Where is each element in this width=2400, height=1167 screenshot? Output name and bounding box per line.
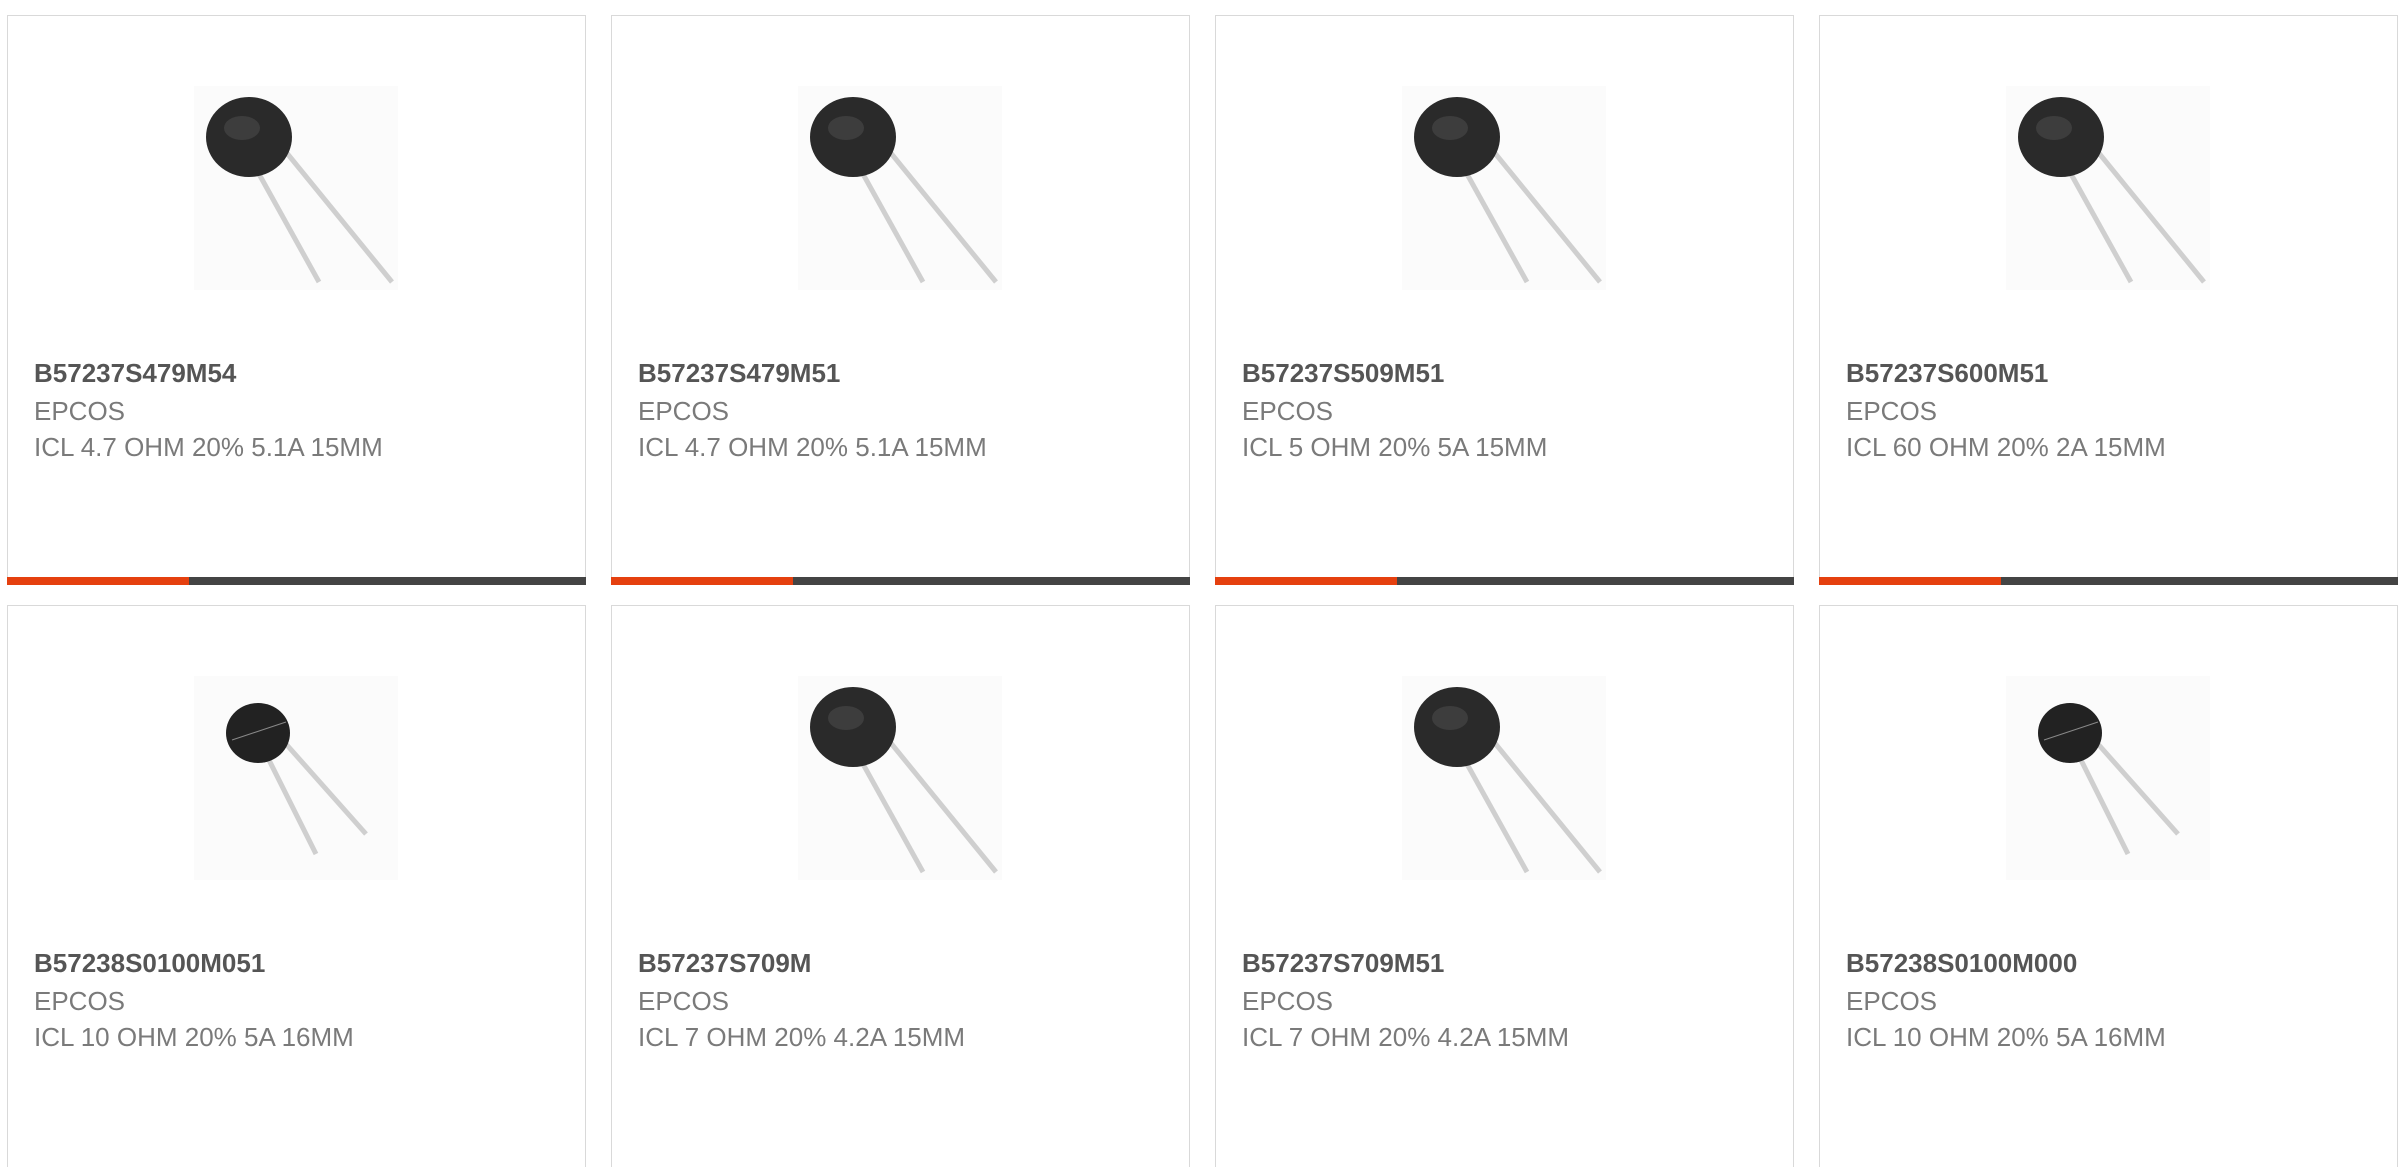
progress-bar	[611, 577, 1190, 585]
part-number[interactable]: B57237S600M51	[1846, 358, 2048, 389]
progress-fill	[611, 577, 794, 585]
thermistor-icon	[2018, 97, 2206, 284]
product-description: ICL 4.7 OHM 20% 5.1A 15MM	[34, 432, 383, 462]
part-number[interactable]: B57238S0100M000	[1846, 948, 2077, 979]
thermistor-icon	[1414, 687, 1602, 874]
thermistor-icon	[810, 97, 998, 284]
product-description: ICL 7 OHM 20% 4.2A 15MM	[638, 1022, 966, 1052]
thermistor-icon	[810, 687, 998, 874]
product-card[interactable]: B57238S0100M000 EPCOS ICL 10 OHM 20% 5A …	[1819, 605, 2398, 1167]
product-description: ICL 60 OHM 20% 2A 15MM	[1846, 432, 2166, 462]
manufacturer: EPCOS	[34, 396, 126, 426]
product-card[interactable]: B57237S709M51 EPCOS ICL 7 OHM 20% 4.2A 1…	[1215, 605, 1794, 1167]
progress-bar	[7, 577, 586, 585]
manufacturer: EPCOS	[1846, 396, 1938, 426]
manufacturer: EPCOS	[638, 986, 730, 1016]
product-description: ICL 7 OHM 20% 4.2A 15MM	[1242, 1022, 1570, 1052]
product-description: ICL 10 OHM 20% 5A 16MM	[1846, 1022, 2166, 1052]
product-card[interactable]: B57237S509M51 EPCOS ICL 5 OHM 20% 5A 15M…	[1215, 15, 1794, 585]
manufacturer: EPCOS	[34, 986, 126, 1016]
product-card[interactable]: B57237S709M EPCOS ICL 7 OHM 20% 4.2A 15M…	[611, 605, 1190, 1167]
part-number[interactable]: B57237S709M51	[1242, 948, 1444, 979]
progress-fill	[1215, 577, 1398, 585]
product-grid: B57237S479M54 EPCOS ICL 4.7 OHM 20% 5.1A…	[0, 0, 2400, 1167]
product-card[interactable]: B57237S600M51 EPCOS ICL 60 OHM 20% 2A 15…	[1819, 15, 2398, 585]
product-description: ICL 10 OHM 20% 5A 16MM	[34, 1022, 354, 1052]
thermistor-image[interactable]	[798, 676, 1002, 880]
part-number[interactable]: B57237S509M51	[1242, 358, 1444, 389]
thermistor-icon	[2038, 703, 2180, 856]
thermistor-image[interactable]	[1402, 86, 1606, 290]
progress-bar	[1215, 577, 1794, 585]
progress-bar	[1819, 577, 2398, 585]
thermistor-icon	[1414, 97, 1602, 284]
part-number[interactable]: B57237S479M51	[638, 358, 840, 389]
thermistor-icon	[206, 97, 394, 284]
thermistor-image[interactable]	[194, 676, 398, 880]
thermistor-image[interactable]	[2006, 676, 2210, 880]
manufacturer: EPCOS	[1242, 396, 1334, 426]
thermistor-image[interactable]	[798, 86, 1002, 290]
thermistor-image[interactable]	[194, 86, 398, 290]
product-description: ICL 4.7 OHM 20% 5.1A 15MM	[638, 432, 987, 462]
thermistor-image[interactable]	[2006, 86, 2210, 290]
thermistor-image[interactable]	[1402, 676, 1606, 880]
manufacturer: EPCOS	[1846, 986, 1938, 1016]
progress-fill	[7, 577, 190, 585]
product-description: ICL 5 OHM 20% 5A 15MM	[1242, 432, 1548, 462]
thermistor-icon	[226, 703, 368, 856]
part-number[interactable]: B57237S479M54	[34, 358, 236, 389]
part-number[interactable]: B57237S709M	[638, 948, 811, 979]
product-card[interactable]: B57238S0100M051 EPCOS ICL 10 OHM 20% 5A …	[7, 605, 586, 1167]
part-number[interactable]: B57238S0100M051	[34, 948, 265, 979]
product-card[interactable]: B57237S479M51 EPCOS ICL 4.7 OHM 20% 5.1A…	[611, 15, 1190, 585]
progress-fill	[1819, 577, 2002, 585]
product-card[interactable]: B57237S479M54 EPCOS ICL 4.7 OHM 20% 5.1A…	[7, 15, 586, 585]
manufacturer: EPCOS	[1242, 986, 1334, 1016]
manufacturer: EPCOS	[638, 396, 730, 426]
